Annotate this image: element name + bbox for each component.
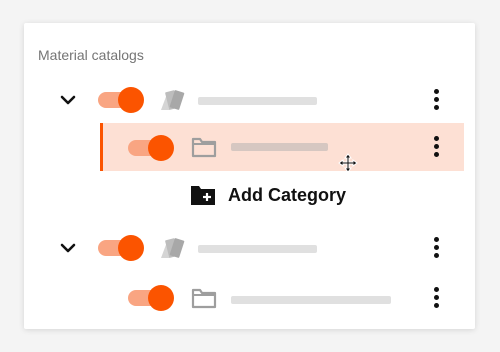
more-vertical-icon[interactable] [434,287,440,309]
more-vertical-icon[interactable] [434,89,440,111]
material-swatch-icon [161,90,185,110]
toggle-knob [148,135,174,161]
folder-icon [191,288,217,309]
toggle-knob [148,285,174,311]
chevron-down-icon[interactable] [60,94,76,106]
catalog-toggle[interactable] [98,87,146,113]
material-catalogs-panel: Material catalogs Add Category [24,23,475,329]
material-swatch-icon [161,238,185,258]
category-toggle[interactable] [128,135,176,161]
category-name-placeholder [231,296,391,304]
category-row[interactable] [24,278,475,318]
selection-indicator [100,123,103,171]
add-category-button[interactable]: Add Category [190,183,346,207]
category-toggle[interactable] [128,285,176,311]
catalog-row[interactable] [24,80,475,120]
folder-icon [191,137,217,158]
catalog-name-placeholder [198,97,317,105]
category-row-selected[interactable] [100,123,464,171]
catalog-row[interactable] [24,228,475,268]
toggle-knob [118,87,144,113]
category-name-placeholder [231,143,328,151]
chevron-down-icon[interactable] [60,242,76,254]
folder-add-icon [191,186,215,205]
move-cursor-icon [338,153,358,173]
panel-title: Material catalogs [38,47,144,63]
add-category-label: Add Category [228,184,347,205]
catalog-toggle[interactable] [98,235,146,261]
more-vertical-icon[interactable] [434,237,440,259]
toggle-knob [118,235,144,261]
catalog-name-placeholder [198,245,317,253]
more-vertical-icon[interactable] [434,136,440,158]
